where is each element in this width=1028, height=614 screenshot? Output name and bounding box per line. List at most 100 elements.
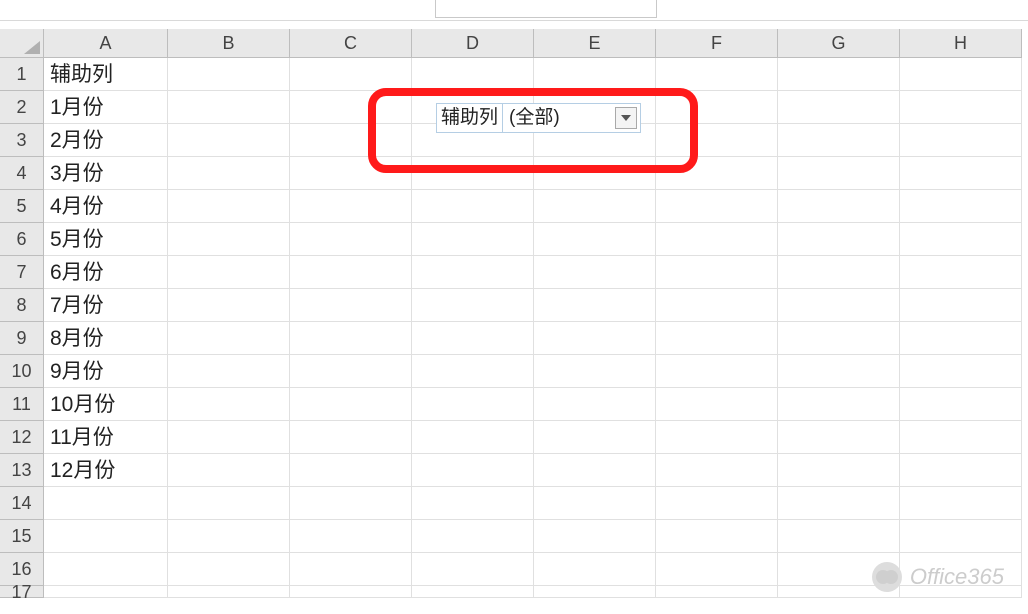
- column-header-D[interactable]: D: [412, 29, 534, 58]
- cell-A15[interactable]: [44, 520, 168, 553]
- cell-B2[interactable]: [168, 91, 290, 124]
- cell-G10[interactable]: [778, 355, 900, 388]
- row-header-12[interactable]: 12: [0, 421, 44, 454]
- cell-D5[interactable]: [412, 190, 534, 223]
- cell-A7[interactable]: 6月份: [44, 256, 168, 289]
- column-header-F[interactable]: F: [656, 29, 778, 58]
- cell-D15[interactable]: [412, 520, 534, 553]
- cell-D9[interactable]: [412, 322, 534, 355]
- cell-D8[interactable]: [412, 289, 534, 322]
- cell-E4[interactable]: [534, 157, 656, 190]
- cell-A16[interactable]: [44, 553, 168, 586]
- cell-H7[interactable]: [900, 256, 1022, 289]
- cell-H10[interactable]: [900, 355, 1022, 388]
- cell-D10[interactable]: [412, 355, 534, 388]
- cell-F9[interactable]: [656, 322, 778, 355]
- cell-A3[interactable]: 2月份: [44, 124, 168, 157]
- row-header-15[interactable]: 15: [0, 520, 44, 553]
- formula-bar-fragment[interactable]: [435, 0, 657, 18]
- cell-F5[interactable]: [656, 190, 778, 223]
- cell-H3[interactable]: [900, 124, 1022, 157]
- cell-G15[interactable]: [778, 520, 900, 553]
- column-header-E[interactable]: E: [534, 29, 656, 58]
- cell-B16[interactable]: [168, 553, 290, 586]
- cell-B1[interactable]: [168, 58, 290, 91]
- cell-G14[interactable]: [778, 487, 900, 520]
- cell-G8[interactable]: [778, 289, 900, 322]
- cell-C4[interactable]: [290, 157, 412, 190]
- cell-C8[interactable]: [290, 289, 412, 322]
- cell-B11[interactable]: [168, 388, 290, 421]
- cell-D17[interactable]: [412, 586, 534, 598]
- cell-C7[interactable]: [290, 256, 412, 289]
- cell-H8[interactable]: [900, 289, 1022, 322]
- cell-H5[interactable]: [900, 190, 1022, 223]
- cell-H14[interactable]: [900, 487, 1022, 520]
- row-header-5[interactable]: 5: [0, 190, 44, 223]
- cell-E8[interactable]: [534, 289, 656, 322]
- row-header-3[interactable]: 3: [0, 124, 44, 157]
- cell-F13[interactable]: [656, 454, 778, 487]
- cell-B5[interactable]: [168, 190, 290, 223]
- cell-A6[interactable]: 5月份: [44, 223, 168, 256]
- cell-H4[interactable]: [900, 157, 1022, 190]
- pivot-filter-dropdown-button[interactable]: [615, 107, 637, 129]
- row-header-11[interactable]: 11: [0, 388, 44, 421]
- row-header-1[interactable]: 1: [0, 58, 44, 91]
- row-header-7[interactable]: 7: [0, 256, 44, 289]
- cell-F2[interactable]: [656, 91, 778, 124]
- cell-D6[interactable]: [412, 223, 534, 256]
- cell-E12[interactable]: [534, 421, 656, 454]
- cell-B12[interactable]: [168, 421, 290, 454]
- cell-H15[interactable]: [900, 520, 1022, 553]
- column-header-G[interactable]: G: [778, 29, 900, 58]
- cell-C13[interactable]: [290, 454, 412, 487]
- cell-F6[interactable]: [656, 223, 778, 256]
- cell-A2[interactable]: 1月份: [44, 91, 168, 124]
- cell-H16[interactable]: [900, 553, 1022, 586]
- cell-C9[interactable]: [290, 322, 412, 355]
- cell-A5[interactable]: 4月份: [44, 190, 168, 223]
- cell-A12[interactable]: 11月份: [44, 421, 168, 454]
- row-header-13[interactable]: 13: [0, 454, 44, 487]
- cell-G13[interactable]: [778, 454, 900, 487]
- column-header-C[interactable]: C: [290, 29, 412, 58]
- cell-A17[interactable]: [44, 586, 168, 598]
- cell-G16[interactable]: [778, 553, 900, 586]
- cell-F16[interactable]: [656, 553, 778, 586]
- cell-F7[interactable]: [656, 256, 778, 289]
- cell-D14[interactable]: [412, 487, 534, 520]
- cell-D16[interactable]: [412, 553, 534, 586]
- cell-B14[interactable]: [168, 487, 290, 520]
- cell-C17[interactable]: [290, 586, 412, 598]
- cell-D11[interactable]: [412, 388, 534, 421]
- cell-C14[interactable]: [290, 487, 412, 520]
- cell-A14[interactable]: [44, 487, 168, 520]
- cell-H6[interactable]: [900, 223, 1022, 256]
- cell-B3[interactable]: [168, 124, 290, 157]
- cell-G6[interactable]: [778, 223, 900, 256]
- cell-A10[interactable]: 9月份: [44, 355, 168, 388]
- cell-G7[interactable]: [778, 256, 900, 289]
- cell-D7[interactable]: [412, 256, 534, 289]
- cell-F17[interactable]: [656, 586, 778, 598]
- cell-F10[interactable]: [656, 355, 778, 388]
- cell-G5[interactable]: [778, 190, 900, 223]
- cell-C3[interactable]: [290, 124, 412, 157]
- cell-G12[interactable]: [778, 421, 900, 454]
- cell-E5[interactable]: [534, 190, 656, 223]
- cell-F15[interactable]: [656, 520, 778, 553]
- cell-E1[interactable]: [534, 58, 656, 91]
- cell-E13[interactable]: [534, 454, 656, 487]
- cell-E9[interactable]: [534, 322, 656, 355]
- cell-F14[interactable]: [656, 487, 778, 520]
- cell-E16[interactable]: [534, 553, 656, 586]
- cell-E10[interactable]: [534, 355, 656, 388]
- cell-B6[interactable]: [168, 223, 290, 256]
- cell-B13[interactable]: [168, 454, 290, 487]
- cell-G9[interactable]: [778, 322, 900, 355]
- row-header-4[interactable]: 4: [0, 157, 44, 190]
- cell-A1[interactable]: 辅助列: [44, 58, 168, 91]
- select-all-corner[interactable]: [0, 29, 44, 58]
- cell-H2[interactable]: [900, 91, 1022, 124]
